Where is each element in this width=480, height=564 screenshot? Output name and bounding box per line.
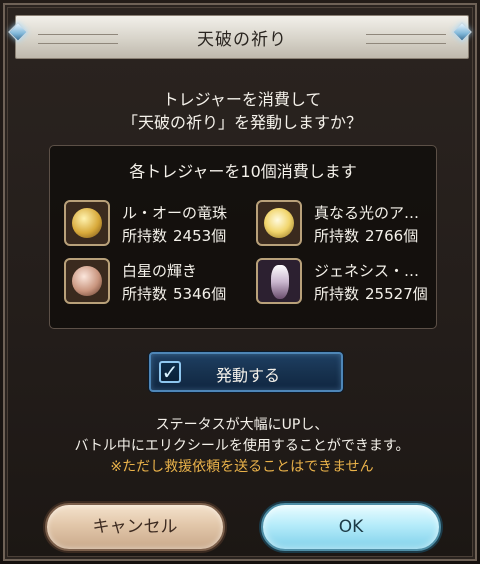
dialog: 天破の祈り トレジャーを消費して 「天破の祈り」を発動しますか？ 各トレジャーを… (3, 3, 477, 561)
title-ornament-right (366, 34, 446, 44)
treasure-item: 真なる光のア… 所持数 2766個 (256, 200, 436, 250)
treasure-name: ジェネシス・… (314, 262, 420, 280)
treasure-count: 所持数 2453個 (122, 227, 227, 245)
activate-label: 発動する (215, 366, 280, 385)
prompt-line-2: 「天破の祈り」を発動しますか？ (121, 113, 362, 132)
treasure-panel: 各トレジャーを10個消費します ル・オーの竜珠 所持数 2453個 真なる光のア…… (49, 145, 437, 329)
treasure-item: 白星の輝き 所持数 5346個 (64, 258, 244, 308)
genesis-crystal-icon (256, 258, 302, 304)
description-line-2: バトル中にエリクシールを使用することができます。 (74, 438, 410, 454)
white-star-icon (64, 258, 110, 304)
prompt-line-1: トレジャーを消費して (162, 90, 322, 109)
description-line-1: ステータスが大幅にUPし、 (155, 417, 329, 433)
cancel-button[interactable]: キャンセル (45, 503, 225, 551)
activate-toggle-button[interactable]: ✓ 発動する (149, 352, 343, 392)
treasure-name: 真なる光のア… (314, 204, 420, 222)
ok-button[interactable]: OK (261, 503, 441, 551)
treasure-item: ル・オーの竜珠 所持数 2453個 (64, 200, 244, 250)
light-orb-icon (256, 200, 302, 246)
treasure-name: 白星の輝き (122, 262, 198, 280)
dialog-title: 天破の祈り (197, 29, 287, 50)
warning-text: ※ただし救援依頼を送ることはできません (110, 459, 374, 475)
treasure-name: ル・オーの竜珠 (122, 204, 228, 222)
treasure-count: 所持数 5346個 (122, 285, 227, 303)
dragon-orb-icon (64, 200, 110, 246)
treasure-panel-heading: 各トレジャーを10個消費します (129, 162, 357, 181)
treasure-item: ジェネシス・… 所持数 25527個 (256, 258, 436, 308)
title-bar: 天破の祈り (15, 15, 469, 59)
treasure-count: 所持数 25527個 (314, 285, 428, 303)
title-ornament-left (38, 34, 118, 44)
treasure-count: 所持数 2766個 (314, 227, 419, 245)
